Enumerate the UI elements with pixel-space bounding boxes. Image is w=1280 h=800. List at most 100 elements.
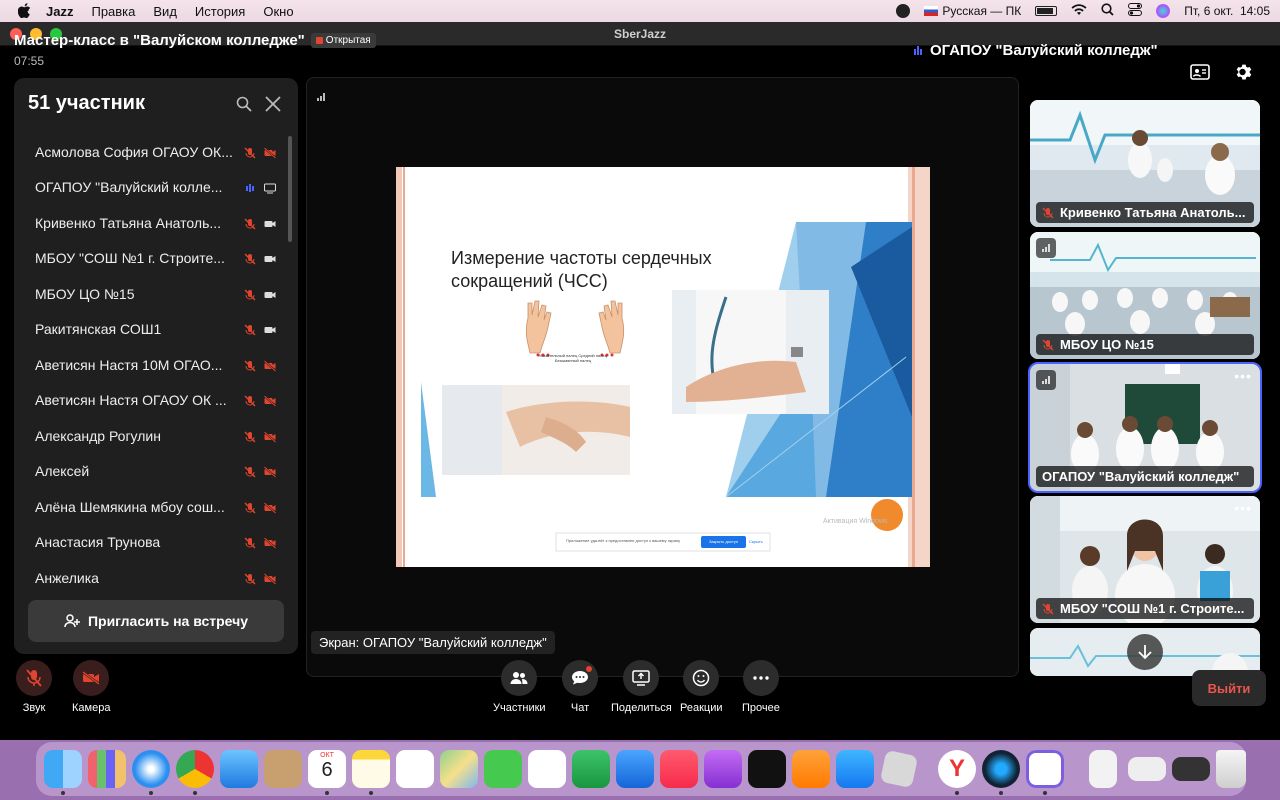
- participant-row[interactable]: ОГАПОУ "Валуйский колле...: [14, 170, 298, 206]
- tile-name: ОГАПОУ "Валуйский колледж": [1042, 469, 1240, 484]
- share-banner-stop-button[interactable]: Закрыть доступ: [701, 539, 746, 544]
- camera-toggle-button[interactable]: Камера: [72, 660, 110, 714]
- camera-on-icon: [264, 252, 276, 264]
- video-tile[interactable]: МБОУ ЦО №15: [1030, 232, 1260, 359]
- roblox-icon[interactable]: [879, 749, 919, 789]
- siri-chat-icon[interactable]: [896, 4, 911, 18]
- participant-row[interactable]: Ракитянская СОШ1: [14, 312, 298, 348]
- video-tile[interactable]: ••• МБОУ "СОШ №1 г. Строите...: [1030, 496, 1260, 623]
- camera-off-icon: [263, 572, 277, 585]
- invite-to-meeting-label: Пригласить на встречу: [87, 613, 249, 629]
- input-source[interactable]: Русская — ПК: [924, 4, 1021, 18]
- yandex-browser-icon[interactable]: Y: [938, 750, 976, 795]
- participant-name: Аветисян Настя 10М ОГАО...: [35, 356, 223, 373]
- chat-button[interactable]: Чат: [562, 660, 598, 714]
- numbers-icon[interactable]: [572, 750, 610, 788]
- participant-row[interactable]: МБОУ ЦО №15: [14, 276, 298, 312]
- lock-open-icon: [315, 37, 323, 44]
- participant-row[interactable]: Анжелика: [14, 560, 298, 596]
- participant-row[interactable]: Асмолова София ОГАОУ ОК...: [14, 134, 298, 170]
- participant-name: МБОУ ЦО №15: [35, 285, 135, 302]
- participant-row[interactable]: Александр Рогулин: [14, 418, 298, 454]
- share-banner-text: Приложение уда-вёт к предоставлен доступ…: [566, 538, 681, 543]
- jazz-icon[interactable]: [982, 750, 1020, 795]
- finder-icon[interactable]: [44, 750, 82, 795]
- screen-share-icon: [264, 181, 276, 194]
- music-icon[interactable]: [660, 750, 698, 788]
- reminders-icon[interactable]: [396, 750, 434, 788]
- tile-menu-icon[interactable]: •••: [1234, 368, 1252, 384]
- podcasts-icon[interactable]: [704, 750, 742, 788]
- mic-off-icon: [244, 536, 256, 549]
- messages-icon[interactable]: [484, 750, 522, 788]
- leave-meeting-button[interactable]: Выйти: [1192, 670, 1266, 706]
- participant-row[interactable]: Аветисян Настя 10М ОГАО...: [14, 347, 298, 383]
- spotlight-icon[interactable]: [1101, 3, 1114, 19]
- pdf-document-icon[interactable]: [1089, 750, 1117, 788]
- mic-off-icon: [1042, 207, 1054, 218]
- chrome-icon[interactable]: [176, 750, 214, 795]
- app-store-icon[interactable]: [836, 750, 874, 788]
- participant-name: ОГАПОУ "Валуйский колле...: [35, 179, 223, 196]
- viber-icon[interactable]: [1026, 750, 1064, 795]
- wifi-icon[interactable]: [1071, 3, 1087, 19]
- contacts-icon[interactable]: [264, 750, 302, 788]
- keynote-icon[interactable]: [616, 750, 654, 788]
- participant-row[interactable]: Анастасия Трунова: [14, 525, 298, 561]
- video-tile-active-speaker[interactable]: ••• ОГАПОУ "Валуйский колледж": [1028, 362, 1262, 493]
- menubar-datetime[interactable]: Пт, 6 окт. 14:05: [1184, 4, 1270, 18]
- control-center-icon[interactable]: [1128, 3, 1143, 19]
- menu-edit[interactable]: Правка: [91, 4, 135, 19]
- participant-row[interactable]: Кривенко Татьяна Анатоль...: [14, 205, 298, 241]
- tile-menu-icon[interactable]: •••: [1234, 500, 1252, 516]
- trash-icon[interactable]: [1216, 750, 1246, 788]
- more-button[interactable]: Прочее: [742, 660, 780, 714]
- participants-button[interactable]: Участники: [493, 660, 546, 714]
- participant-row[interactable]: Алексей: [14, 454, 298, 490]
- signal-strength-icon: [317, 88, 327, 106]
- siri-icon[interactable]: [1156, 4, 1171, 18]
- search-icon[interactable]: [236, 96, 252, 112]
- reactions-button[interactable]: Реакции: [680, 660, 723, 714]
- share-screen-button[interactable]: Поделиться: [611, 660, 672, 714]
- participant-row[interactable]: Алёна Шемякина мбоу сош...: [14, 489, 298, 525]
- apple-icon[interactable]: [17, 3, 32, 19]
- participants-scrollbar[interactable]: [288, 136, 292, 242]
- participant-row[interactable]: МБОУ "СОШ №1 г. Строите...: [14, 241, 298, 277]
- recent-screenshot-icon[interactable]: [1128, 757, 1166, 781]
- video-tile-partial[interactable]: [1030, 628, 1260, 676]
- safari-icon[interactable]: [132, 750, 170, 795]
- books-icon[interactable]: [792, 750, 830, 788]
- invite-to-meeting-button[interactable]: Пригласить на встречу: [28, 600, 284, 642]
- maps-icon[interactable]: [440, 750, 478, 788]
- freeform-icon[interactable]: [528, 750, 566, 788]
- share-banner-hide-link[interactable]: Скрыть: [749, 539, 763, 544]
- video-tile[interactable]: Кривенко Татьяна Анатоль...: [1030, 100, 1260, 227]
- participant-row[interactable]: Аветисян Настя ОГАОУ ОК ...: [14, 383, 298, 419]
- layout-view-icon[interactable]: [1190, 64, 1210, 82]
- camera-off-icon: [263, 146, 277, 159]
- sound-toggle-button[interactable]: Звук: [16, 660, 52, 714]
- tile-name: МБОУ ЦО №15: [1060, 337, 1154, 352]
- battery-icon[interactable]: [1035, 6, 1058, 16]
- notes-icon[interactable]: [352, 750, 390, 795]
- meeting-timer: 07:55: [14, 54, 45, 68]
- settings-gear-icon[interactable]: [1235, 63, 1255, 81]
- recent-window-icon[interactable]: [1172, 757, 1210, 781]
- menu-app-name[interactable]: Jazz: [46, 4, 73, 19]
- menu-view[interactable]: Вид: [153, 4, 177, 19]
- more-dots-icon: [742, 660, 779, 696]
- apple-tv-icon[interactable]: [748, 750, 786, 788]
- mail-icon[interactable]: [220, 750, 258, 788]
- menu-window[interactable]: Окно: [263, 4, 293, 19]
- menu-history[interactable]: История: [195, 4, 245, 19]
- scroll-down-arrow-icon[interactable]: [1127, 634, 1163, 670]
- participant-name: Алёна Шемякина мбоу сош...: [35, 498, 225, 515]
- launchpad-icon[interactable]: [88, 750, 126, 788]
- calendar-icon[interactable]: ОКТ 6: [308, 750, 346, 795]
- close-icon[interactable]: [265, 96, 281, 112]
- camera-label: Камера: [72, 702, 111, 714]
- participants-count-title: 51 участник: [28, 92, 145, 114]
- input-source-label: Русская — ПК: [942, 4, 1022, 18]
- camera-off-icon: [263, 394, 277, 407]
